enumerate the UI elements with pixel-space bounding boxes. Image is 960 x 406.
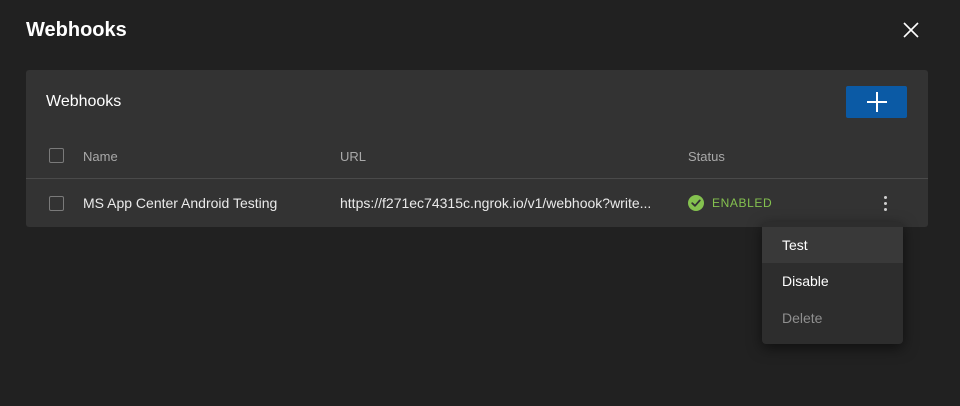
close-icon	[903, 22, 919, 38]
menu-item-disable[interactable]: Disable	[762, 263, 903, 299]
status-label: ENABLED	[712, 196, 773, 210]
webhook-url: https://f271ec74315c.ngrok.io/v1/webhook…	[340, 195, 652, 211]
more-vertical-icon-dot	[883, 201, 887, 205]
plus-icon	[866, 92, 887, 112]
row-actions-button[interactable]	[878, 193, 892, 213]
check-circle-icon	[688, 195, 704, 211]
more-vertical-icon-dot	[883, 195, 887, 199]
row-actions-menu: Test Disable Delete	[762, 222, 903, 344]
select-all-checkbox[interactable]	[49, 148, 64, 163]
column-header-url[interactable]: URL	[340, 149, 366, 165]
add-webhook-button[interactable]	[846, 86, 907, 118]
table-row[interactable]: MS App Center Android Testing https://f2…	[26, 179, 928, 227]
card-title: Webhooks	[46, 93, 122, 110]
column-header-status[interactable]: Status	[688, 149, 725, 165]
menu-item-delete[interactable]: Delete	[762, 300, 903, 336]
menu-item-test[interactable]: Test	[762, 227, 903, 263]
close-button[interactable]	[898, 17, 924, 43]
row-checkbox[interactable]	[49, 196, 64, 211]
webhooks-card: Webhooks Name URL Status MS App Center A…	[26, 70, 928, 227]
more-vertical-icon-dot	[883, 207, 887, 211]
webhook-name: MS App Center Android Testing	[83, 195, 278, 211]
page-title: Webhooks	[26, 19, 127, 41]
status-badge: ENABLED	[688, 195, 772, 211]
column-header-name[interactable]: Name	[83, 149, 118, 165]
